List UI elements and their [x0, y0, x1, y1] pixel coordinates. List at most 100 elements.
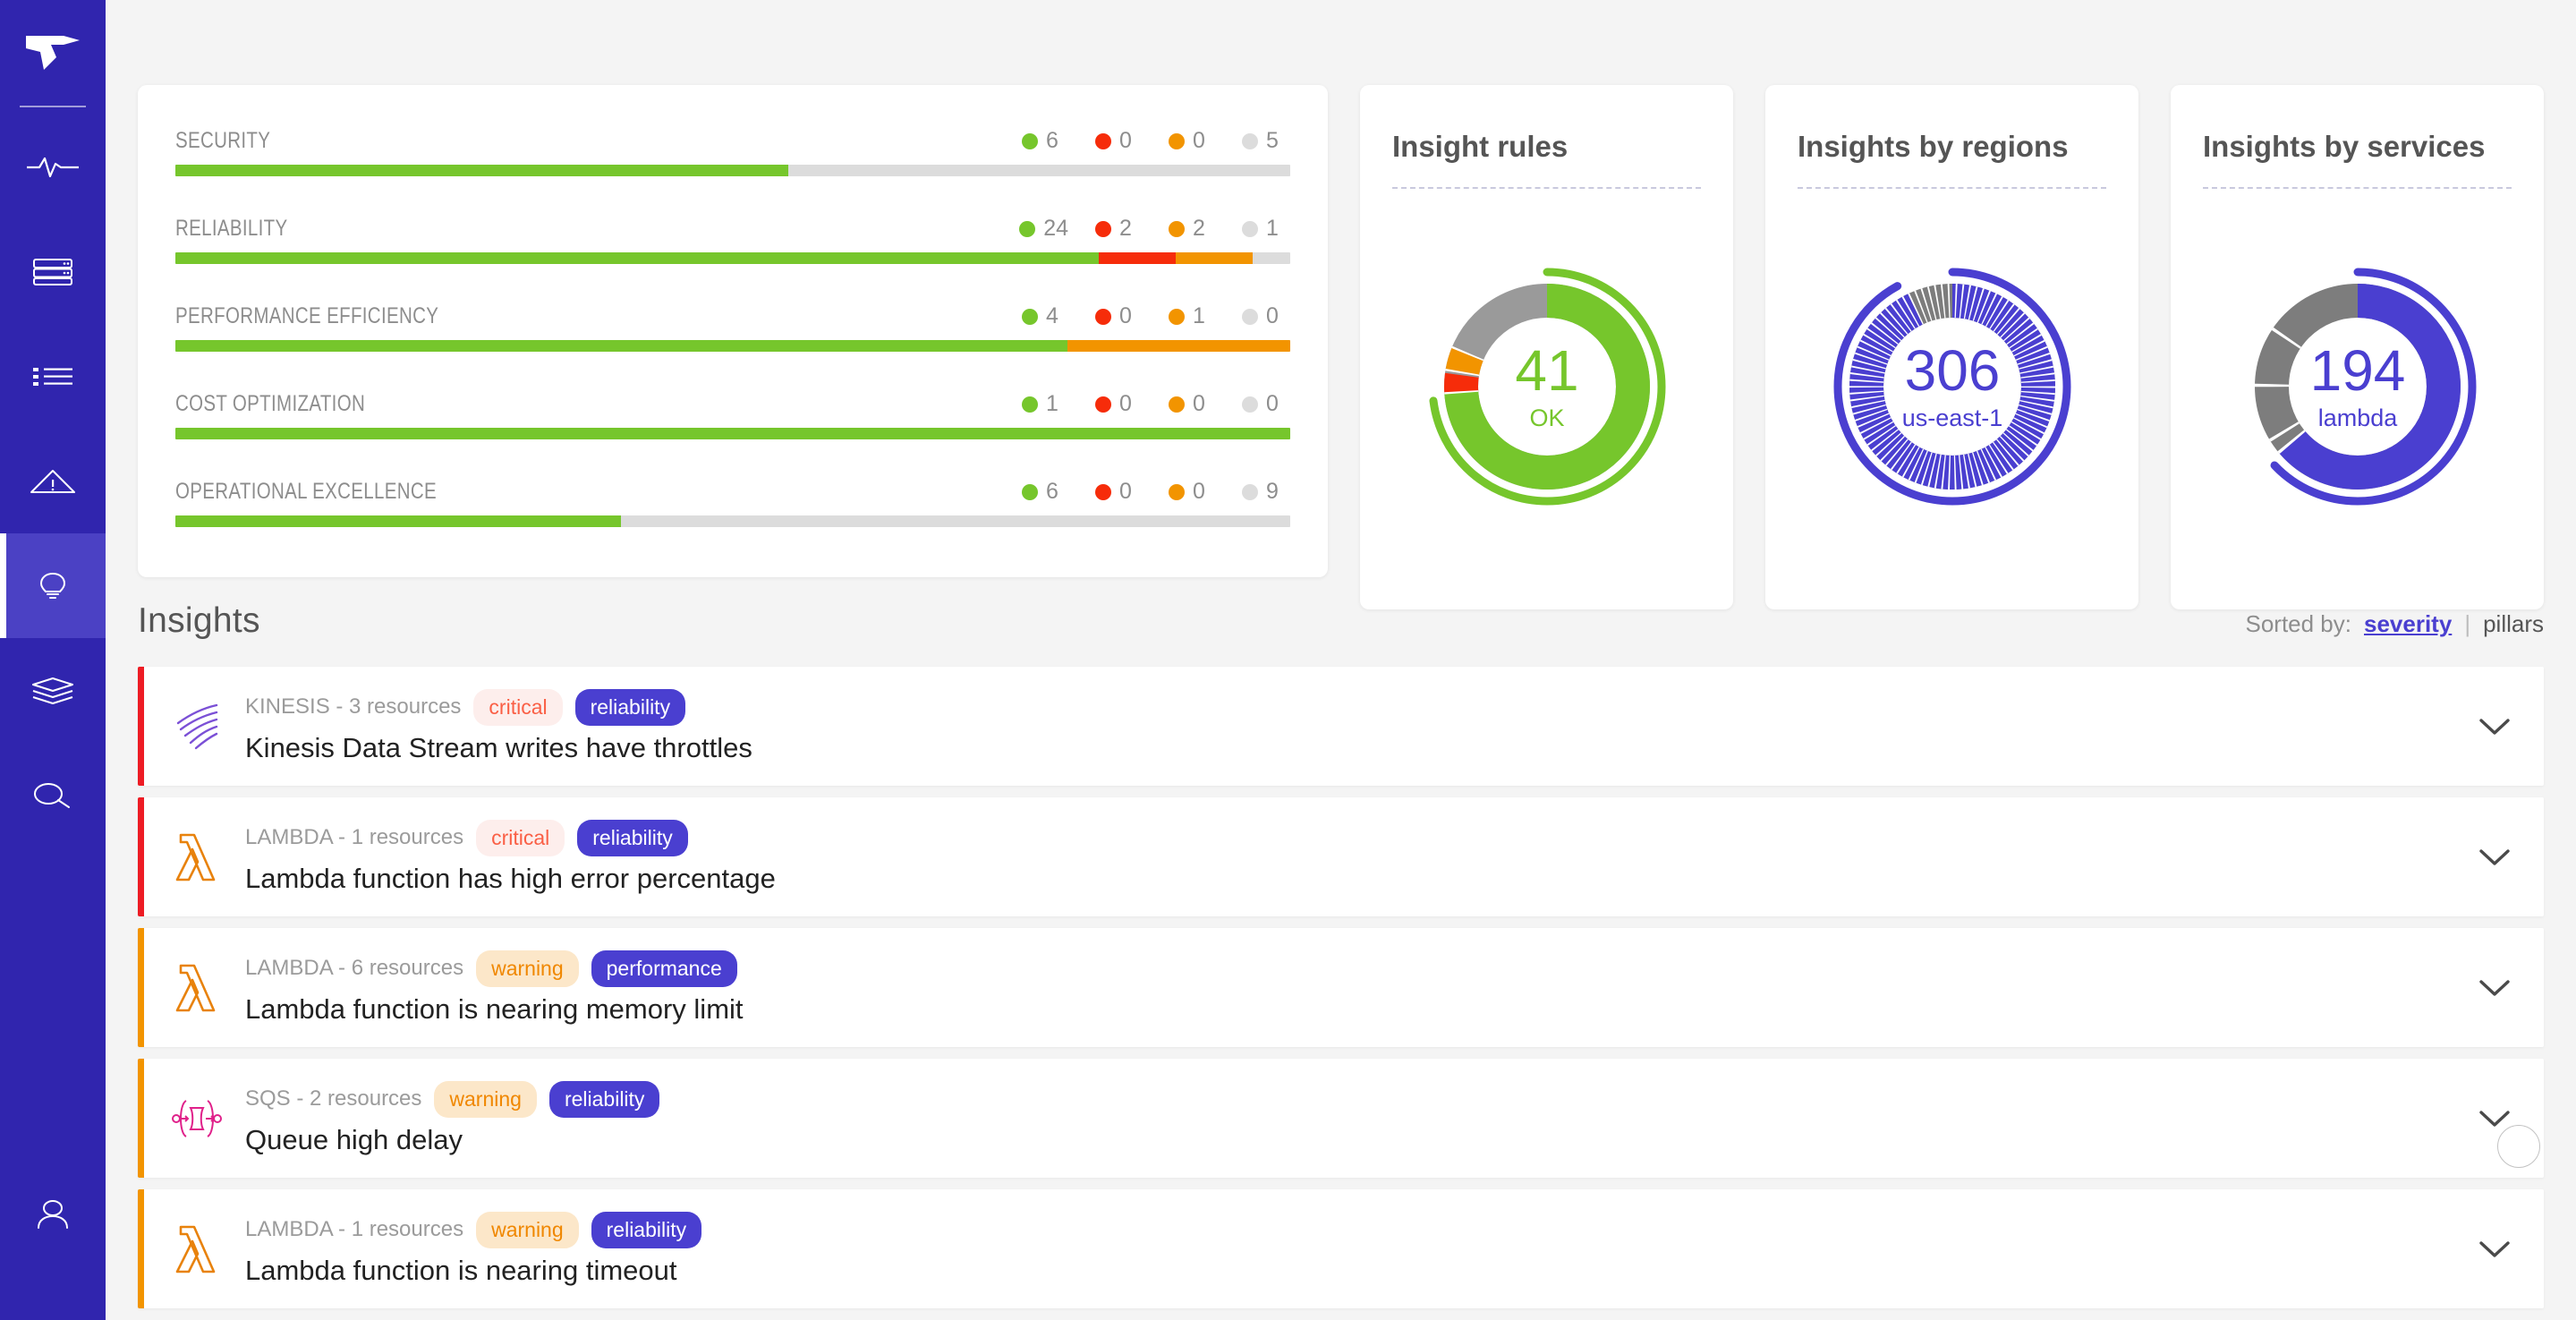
pillar-row[interactable]: PERFORMANCE EFFICIENCY 4 0 1 0	[175, 303, 1290, 352]
pillar-badge: reliability	[577, 819, 688, 856]
count-value: 0	[1266, 391, 1279, 416]
sidebar-divider	[20, 106, 86, 107]
pillar-counts: 4 0 1 0	[1022, 305, 1288, 328]
donut-chart-svg: 194 lambda	[2239, 268, 2476, 506]
insights-by-regions-donut[interactable]: 306 us-east-1	[1798, 189, 2106, 609]
expand-row-button[interactable]	[2445, 847, 2544, 867]
donut-center-value: 306	[1904, 338, 2000, 403]
count-value: 0	[1266, 303, 1279, 328]
insight-row[interactable]: LAMBDA - 1 resources critical reliabilit…	[138, 797, 2544, 916]
insight-title: Queue high delay	[245, 1123, 463, 1155]
insight-row[interactable]: SQS - 2 resources warning reliability Qu…	[138, 1059, 2544, 1178]
bar-segment-ok	[175, 340, 1067, 352]
status-dot-critical-icon	[1095, 396, 1111, 413]
count-warning: 0	[1169, 481, 1215, 503]
severity-accent-bar	[138, 667, 144, 786]
status-dot-ok-icon	[1022, 396, 1038, 413]
bar-segment-warning	[1067, 340, 1290, 352]
pillar-badge: reliability	[574, 688, 686, 726]
sidebar-item-insights[interactable]	[0, 533, 106, 638]
resource-meta: LAMBDA - 1 resources	[245, 825, 464, 849]
sidebar-item-stacks[interactable]	[0, 638, 106, 743]
status-dot-ok-icon	[1019, 220, 1036, 237]
insight-row[interactable]: KINESIS - 3 resources critical reliabili…	[138, 667, 2544, 786]
insights-list: KINESIS - 3 resources critical reliabili…	[138, 667, 2544, 1320]
severity-badge: warning	[476, 1211, 579, 1248]
status-dot-ok-icon	[1022, 483, 1038, 500]
donut-chart-svg: 306 us-east-1	[1833, 268, 2070, 506]
count-critical: 2	[1095, 217, 1142, 240]
pillar-header: SECURITY 6 0 0 5	[175, 128, 1290, 154]
donut-center-label: lambda	[2317, 405, 2398, 431]
severity-accent-bar	[138, 928, 144, 1047]
count-value: 1	[1193, 303, 1205, 328]
pillar-row[interactable]: COST OPTIMIZATION 1 0 0 0	[175, 391, 1290, 439]
sidebar	[0, 0, 106, 1320]
count-value: 0	[1119, 128, 1132, 153]
severity-accent-bar	[138, 1189, 144, 1308]
count-value: 6	[1046, 128, 1058, 153]
count-value: 0	[1119, 479, 1132, 504]
pulse-icon	[27, 157, 79, 177]
chevron-down-icon	[2479, 1110, 2510, 1127]
lightbulb-icon	[39, 572, 66, 599]
count-ok: 24	[1019, 217, 1068, 240]
expand-row-button[interactable]	[2445, 1239, 2544, 1259]
status-dot-none-icon	[1242, 308, 1258, 325]
pillar-progress-bar	[175, 340, 1290, 352]
insights-by-services-donut[interactable]: 194 lambda	[2203, 189, 2512, 609]
bird-logo-icon	[26, 36, 80, 70]
status-dot-warning-icon	[1169, 308, 1185, 325]
pillar-name: RELIABILITY	[175, 216, 288, 241]
sidebar-item-account[interactable]	[0, 1162, 106, 1266]
status-dot-warning-icon	[1169, 132, 1185, 149]
pillar-progress-bar	[175, 165, 1290, 176]
status-dot-critical-icon	[1095, 483, 1111, 500]
sidebar-item-alerts[interactable]	[0, 429, 106, 533]
count-value: 0	[1193, 128, 1205, 153]
warning-triangle-icon	[30, 469, 75, 493]
pillar-badge: performance	[591, 950, 737, 987]
pillar-badge: reliability	[548, 1080, 660, 1118]
donut-center-value: 194	[2309, 338, 2405, 403]
expand-row-button[interactable]	[2445, 717, 2544, 737]
bar-segment-ok	[175, 428, 1290, 439]
status-dot-critical-icon	[1095, 220, 1111, 237]
sidebar-item-database[interactable]	[0, 219, 106, 324]
pillar-row[interactable]: OPERATIONAL EXCELLENCE 6 0 0 9	[175, 479, 1290, 527]
sort-option-pillars[interactable]: pillars	[2483, 610, 2544, 638]
count-ok: 6	[1022, 130, 1068, 152]
pillar-progress-bar	[175, 252, 1290, 264]
sidebar-item-logs[interactable]	[0, 324, 106, 429]
insight-row[interactable]: LAMBDA - 1 resources warning reliability…	[138, 1189, 2544, 1308]
pillar-counts: 1 0 0 0	[1022, 393, 1288, 415]
count-warning: 2	[1169, 217, 1215, 240]
insights-by-regions-card: Insights by regions 306 us-east-1	[1765, 85, 2138, 609]
insight-body: LAMBDA - 1 resources critical reliabilit…	[245, 819, 2445, 895]
service-icon-wrap	[149, 702, 245, 752]
status-dot-ok-icon	[1022, 308, 1038, 325]
insight-body: LAMBDA - 6 resources warning performance…	[245, 950, 2445, 1026]
insight-row[interactable]: LAMBDA - 6 resources warning performance…	[138, 928, 2544, 1047]
count-warning: 1	[1169, 305, 1215, 328]
count-value: 2	[1193, 216, 1205, 241]
count-none: 5	[1242, 130, 1288, 152]
pillar-row[interactable]: RELIABILITY 24 2 2 1	[175, 216, 1290, 264]
summary-cards-row: SECURITY 6 0 0 5 RELIABILITY 24 2 2 1 PE…	[138, 85, 2544, 609]
insight-rules-donut[interactable]: 41 OK	[1392, 189, 1701, 609]
card-title: Insight rules	[1392, 130, 1569, 163]
expand-row-button[interactable]	[2445, 978, 2544, 998]
app-logo[interactable]	[0, 0, 106, 106]
expand-row-button[interactable]	[2445, 1109, 2544, 1168]
sidebar-item-metrics[interactable]	[0, 115, 106, 219]
sidebar-item-search[interactable]	[0, 743, 106, 847]
count-critical: 0	[1095, 305, 1142, 328]
count-ok: 6	[1022, 481, 1068, 503]
insight-rules-card: Insight rules 41 OK	[1360, 85, 1733, 609]
resource-meta: LAMBDA - 1 resources	[245, 1217, 464, 1241]
sort-option-severity[interactable]: severity	[2364, 610, 2452, 638]
card-title: Insights by regions	[1798, 130, 2069, 163]
resource-meta: KINESIS - 3 resources	[245, 694, 462, 719]
service-icon-wrap	[149, 1095, 245, 1142]
pillar-row[interactable]: SECURITY 6 0 0 5	[175, 128, 1290, 176]
